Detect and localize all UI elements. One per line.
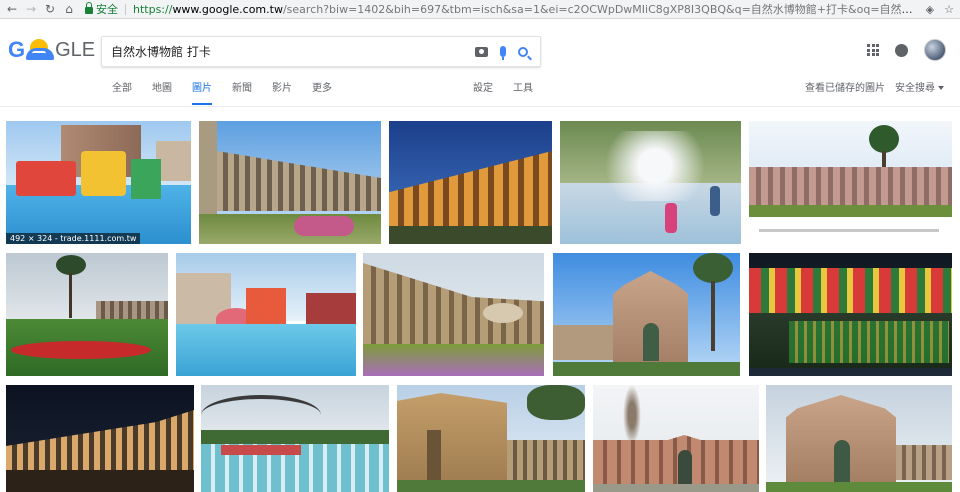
secure-label: 安全 <box>96 3 118 16</box>
browser-toolbar: ← → ↻ ⌂ 安全 https://www.google.com.tw/sea… <box>0 0 960 19</box>
safesearch-menu[interactable]: 安全搜尋 <box>895 79 944 94</box>
url-path: /search?biw=1402&bih=697&tbm=isch&sa=1&e… <box>282 3 920 16</box>
image-result[interactable] <box>749 121 952 244</box>
search-input[interactable] <box>111 44 475 59</box>
saved-images-link[interactable]: 查看已儲存的圖片 <box>805 79 885 94</box>
image-result[interactable] <box>553 253 740 376</box>
browser-nav: ← → ↻ ⌂ <box>6 2 75 16</box>
image-result[interactable] <box>397 385 585 492</box>
camera-search-icon[interactable] <box>475 46 488 57</box>
tab-videos[interactable]: 影片 <box>272 79 292 105</box>
settings-link[interactable]: 設定 <box>473 79 493 94</box>
forward-icon[interactable]: → <box>25 2 37 16</box>
location-icon[interactable]: ◈ <box>926 3 934 16</box>
security-indicator[interactable]: 安全 <box>85 1 118 17</box>
search-tools: 設定 工具 <box>473 79 533 94</box>
google-doodle-logo[interactable]: G GLE <box>8 37 95 63</box>
reload-icon[interactable]: ↻ <box>44 2 56 16</box>
apps-grid-icon[interactable] <box>867 44 879 56</box>
search-box[interactable] <box>101 36 541 67</box>
chevron-down-icon <box>938 86 944 90</box>
image-result[interactable] <box>176 253 356 376</box>
image-results-grid: 492 × 324 - trade.1111.com.tw <box>0 107 960 492</box>
tab-images[interactable]: 圖片 <box>192 79 212 105</box>
home-icon[interactable]: ⌂ <box>63 2 75 16</box>
image-result[interactable] <box>201 385 389 492</box>
search-tabs: 全部 地圖 圖片 新聞 影片 更多 <box>112 79 352 105</box>
image-result[interactable] <box>766 385 952 492</box>
lock-icon <box>85 2 93 14</box>
image-caption: 492 × 324 - trade.1111.com.tw <box>6 233 141 244</box>
avatar[interactable] <box>924 39 946 61</box>
address-bar[interactable]: https://www.google.com.tw/search?biw=140… <box>133 1 920 17</box>
bookmark-star-icon[interactable]: ☆ <box>944 3 954 16</box>
tab-more[interactable]: 更多 <box>312 79 332 105</box>
image-result[interactable] <box>389 121 552 244</box>
tab-all[interactable]: 全部 <box>112 79 132 105</box>
divider <box>125 3 126 15</box>
image-result[interactable]: 492 × 324 - trade.1111.com.tw <box>6 121 191 244</box>
notifications-icon[interactable] <box>895 43 908 57</box>
search-icon[interactable] <box>518 46 528 57</box>
image-options: 查看已儲存的圖片 安全搜尋 <box>805 79 944 94</box>
image-result[interactable] <box>6 385 194 492</box>
account-area <box>867 39 946 61</box>
url-protocol: https:// <box>133 3 173 16</box>
logo-text: GLE <box>55 38 96 61</box>
image-result[interactable] <box>363 253 544 376</box>
tools-link[interactable]: 工具 <box>513 79 533 94</box>
image-result[interactable] <box>6 253 168 376</box>
url-host: www.google.com.tw <box>172 3 283 16</box>
address-bar-icons: ◈ ☆ <box>926 3 954 16</box>
image-result[interactable] <box>560 121 741 244</box>
image-result[interactable] <box>749 253 952 376</box>
tab-maps[interactable]: 地圖 <box>152 79 172 105</box>
logo-letter-g: G <box>8 37 26 62</box>
safesearch-label: 安全搜尋 <box>895 83 935 94</box>
tab-news[interactable]: 新聞 <box>232 79 252 105</box>
doodle-icon <box>26 37 55 63</box>
google-header: G GLE 全部 地圖 圖片 新聞 影片 更多 設定 工具 查看已儲存的圖片 安… <box>0 19 960 107</box>
back-icon[interactable]: ← <box>6 2 18 16</box>
image-result[interactable] <box>593 385 759 492</box>
image-result[interactable] <box>199 121 381 244</box>
microphone-icon[interactable] <box>500 46 506 60</box>
